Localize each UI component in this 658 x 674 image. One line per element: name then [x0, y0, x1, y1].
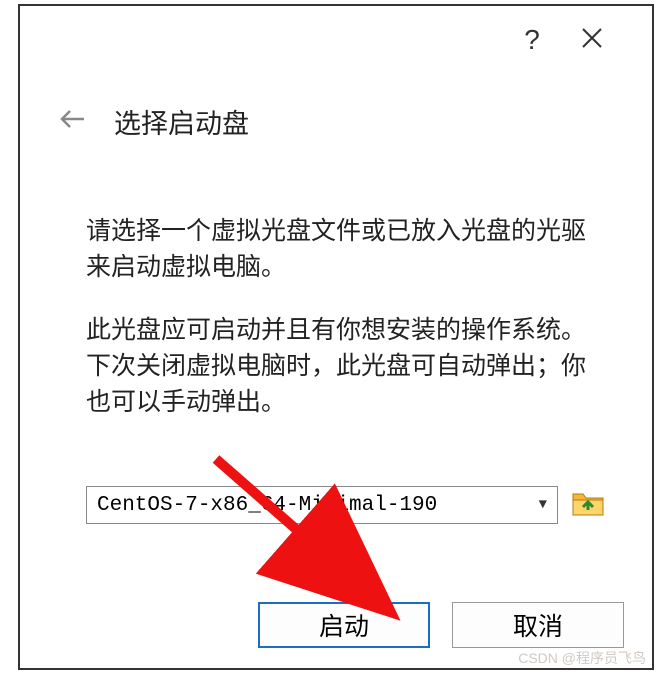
dropdown-selected-value: CentOS-7-x86_64-Minimal-190	[97, 494, 437, 517]
back-button[interactable]	[54, 104, 90, 140]
dialog-body: 请选择一个虚拟光盘文件或已放入光盘的光驱来启动虚拟电脑。 此光盘应可启动并且有你…	[20, 141, 652, 420]
close-icon	[581, 24, 603, 56]
disk-selector-row: CentOS-7-x86_64-Minimal-190 ▼	[20, 446, 652, 524]
disk-dropdown[interactable]: CentOS-7-x86_64-Minimal-190 ▼	[86, 486, 558, 524]
help-button[interactable]: ?	[502, 16, 562, 64]
chevron-down-icon: ▼	[539, 497, 547, 513]
instruction-paragraph-2: 此光盘应可启动并且有你想安装的操作系统。下次关闭虚拟电脑时，此光盘可自动弹出；你…	[86, 312, 606, 421]
close-button[interactable]	[562, 16, 622, 64]
watermark: CSDN @程序员飞鸟	[518, 648, 646, 668]
header: 选择启动盘	[20, 62, 652, 141]
cancel-button[interactable]: 取消	[452, 602, 624, 648]
titlebar: ?	[20, 6, 652, 62]
startup-disk-dialog: ? 选择启动盘 请选择一个虚拟光盘文件或已放入光盘的光驱来启动虚拟电脑。 此光盘…	[18, 4, 654, 670]
folder-icon	[571, 489, 605, 522]
start-button[interactable]: 启动	[258, 602, 430, 648]
back-arrow-icon	[58, 107, 86, 136]
cancel-button-label: 取消	[513, 607, 563, 643]
start-button-label: 启动	[319, 607, 369, 643]
browse-folder-button[interactable]	[570, 490, 606, 520]
help-icon: ?	[524, 24, 540, 56]
button-row: 启动 取消	[258, 602, 624, 648]
dialog-title: 选择启动盘	[114, 102, 249, 141]
instruction-paragraph-1: 请选择一个虚拟光盘文件或已放入光盘的光驱来启动虚拟电脑。	[86, 213, 606, 286]
